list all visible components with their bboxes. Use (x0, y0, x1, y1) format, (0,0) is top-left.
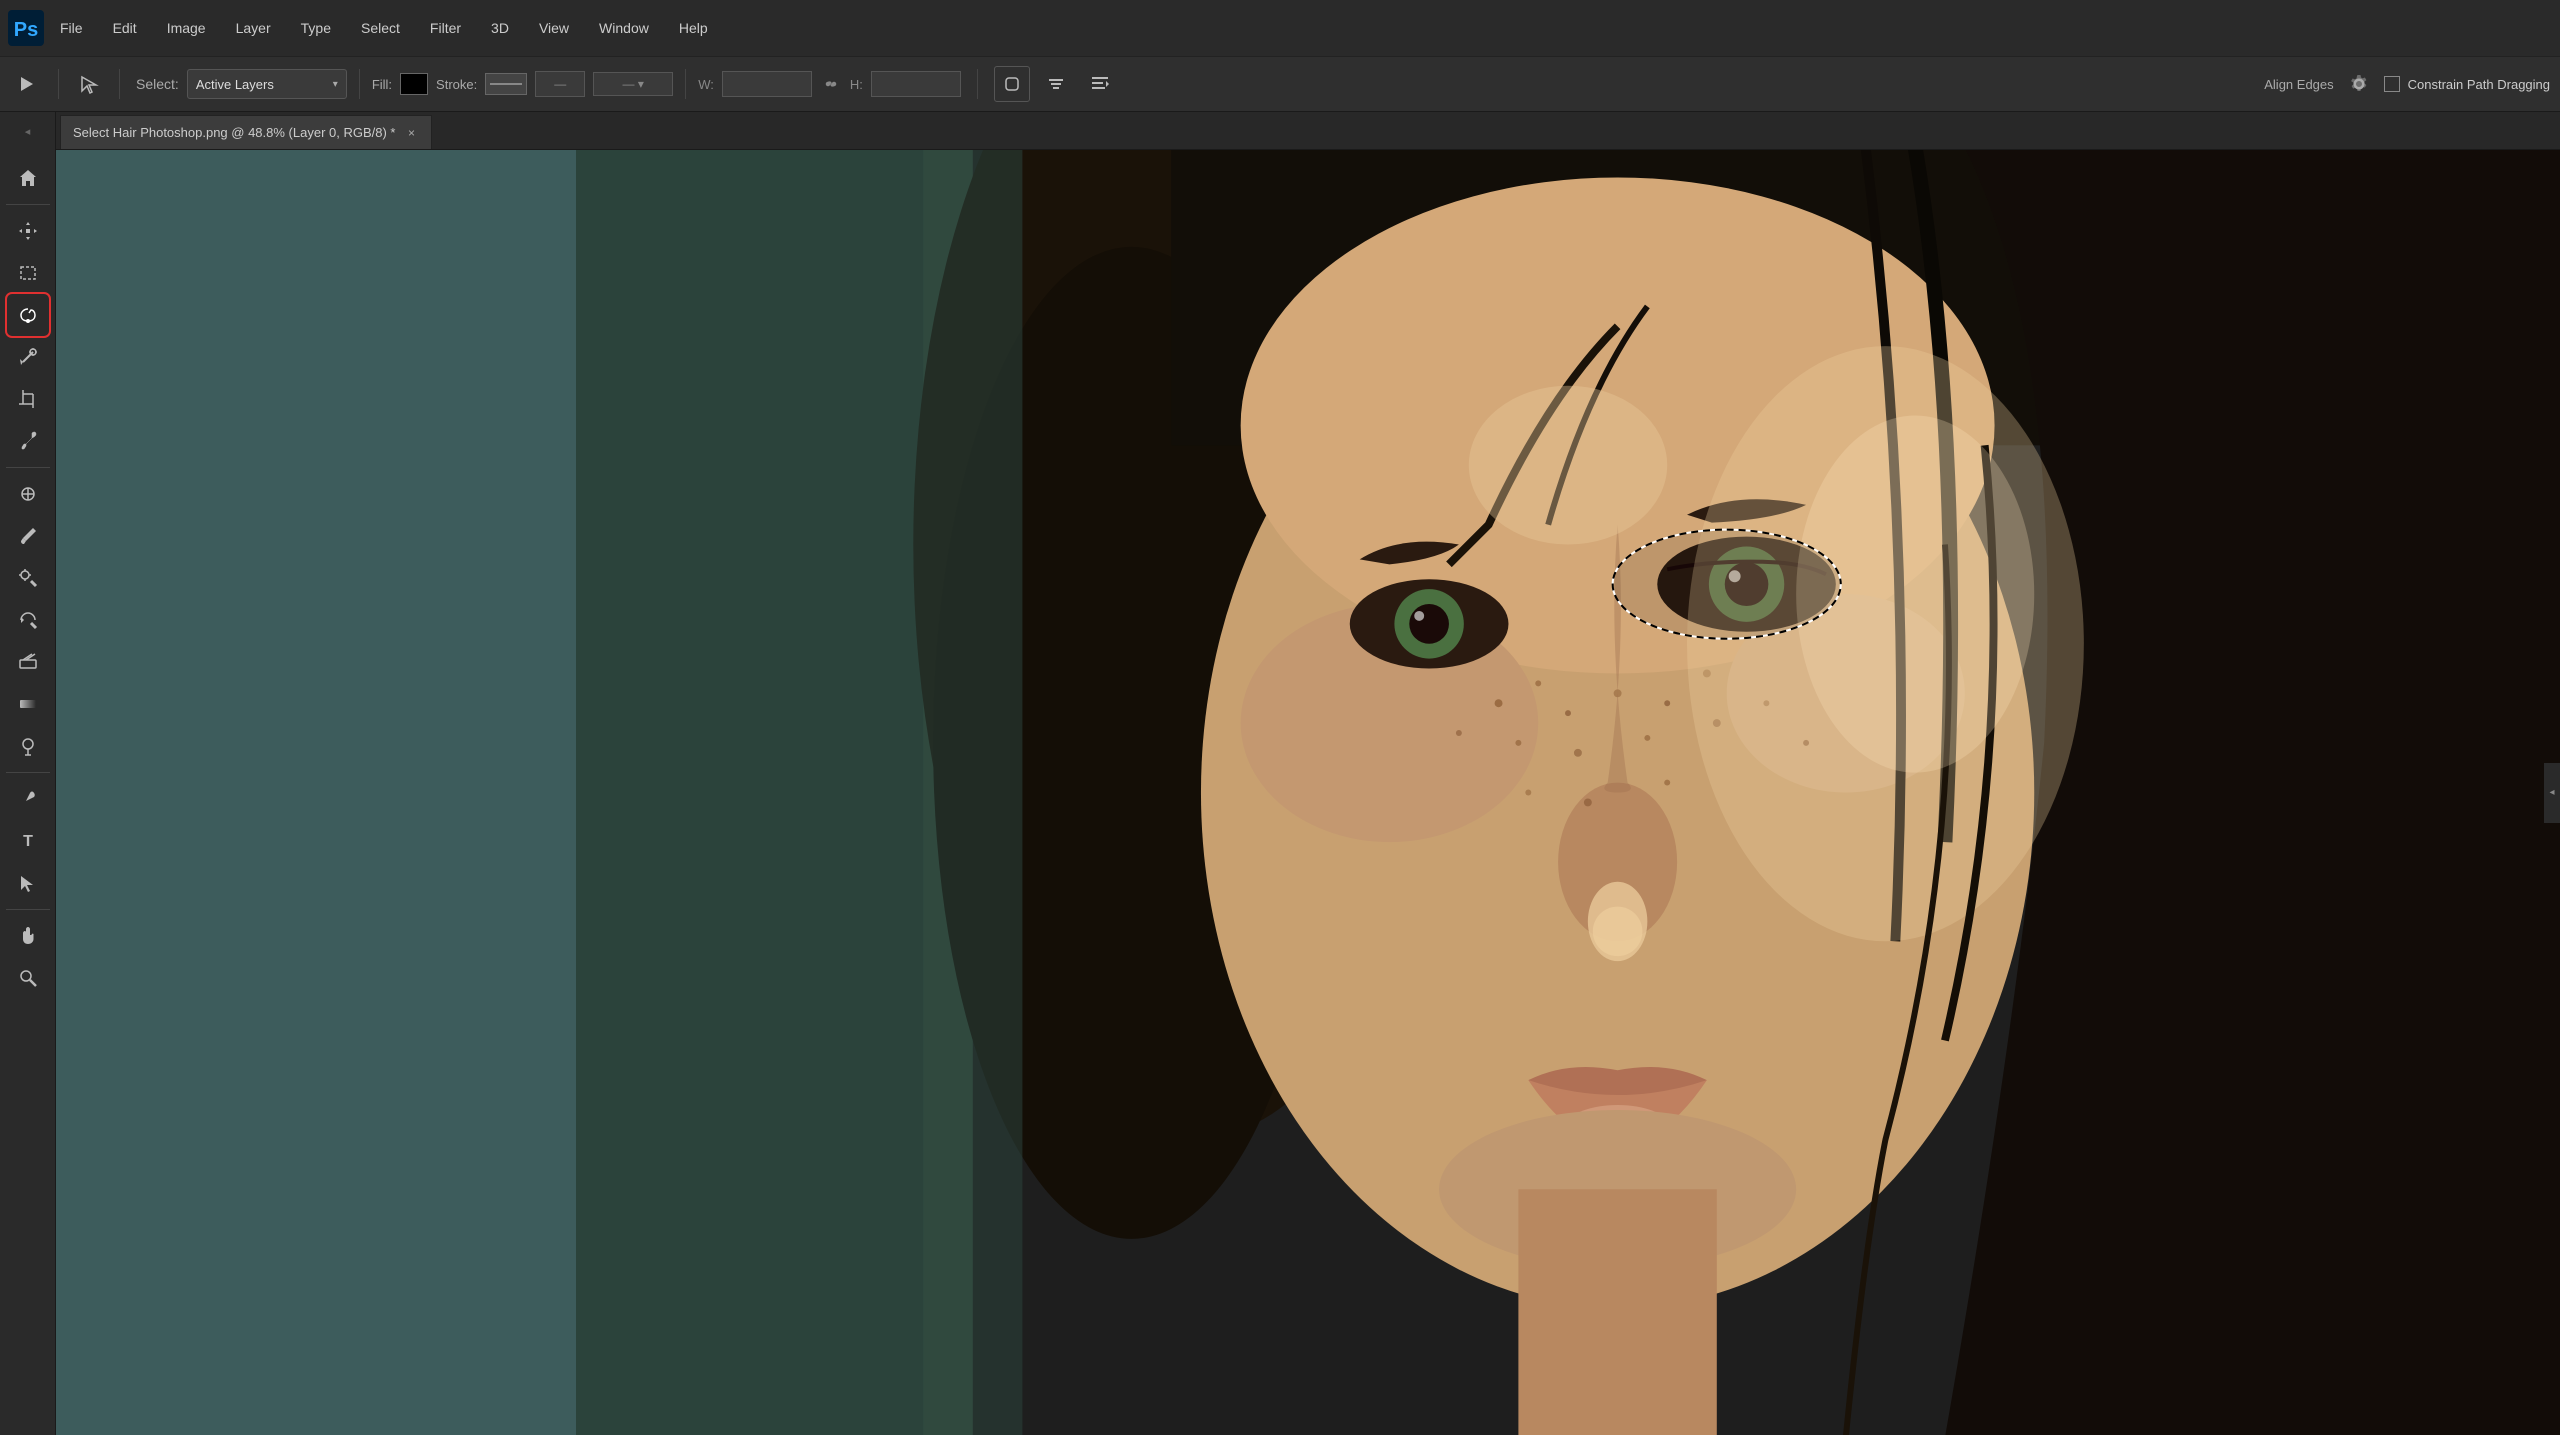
ps-logo: Ps (8, 10, 44, 46)
eyedropper-tool[interactable] (8, 421, 48, 461)
more-options-icon[interactable] (1082, 66, 1118, 102)
selection-tool-icon[interactable] (71, 66, 107, 102)
toolbar-separator-1 (6, 204, 50, 205)
constrain-path-dragging-option[interactable]: Constrain Path Dragging (2384, 76, 2550, 92)
main-area: T (0, 150, 2560, 1435)
pen-tool[interactable] (8, 779, 48, 819)
stroke-swatch[interactable] (485, 73, 527, 95)
tab-filename: Select Hair Photoshop.png @ 48.8% (Layer… (73, 125, 395, 140)
corner-radius-icon[interactable] (994, 66, 1030, 102)
toolbar-separator-3 (6, 772, 50, 773)
menu-type[interactable]: Type (287, 14, 345, 42)
toolbar-separator-4 (6, 909, 50, 910)
menu-3d[interactable]: 3D (477, 14, 523, 42)
marquee-tool[interactable] (8, 253, 48, 293)
canvas-area[interactable]: @keyframes march { to { stroke-dashoffse… (56, 150, 2560, 1435)
eraser-tool[interactable] (8, 642, 48, 682)
menu-view[interactable]: View (525, 14, 583, 42)
align-edges-label: Align Edges (2264, 77, 2333, 92)
constrain-path-dragging-label: Constrain Path Dragging (2408, 77, 2550, 92)
clone-stamp-tool[interactable] (8, 558, 48, 598)
path-selection-tool[interactable] (8, 863, 48, 903)
align-icon[interactable] (1038, 66, 1074, 102)
stroke-style-dropdown[interactable]: — ▾ (593, 72, 673, 96)
history-brush-tool[interactable] (8, 600, 48, 640)
svg-text:Ps: Ps (14, 19, 38, 41)
canvas-left-area (56, 150, 576, 1435)
tab-close-button[interactable]: × (403, 125, 419, 141)
document-tab[interactable]: Select Hair Photoshop.png @ 48.8% (Layer… (60, 115, 432, 149)
crop-tool[interactable] (8, 379, 48, 419)
tool-mode-arrow[interactable] (10, 66, 46, 102)
width-input[interactable] (722, 71, 812, 97)
text-tool[interactable]: T (8, 821, 48, 861)
height-label: H: (850, 77, 863, 92)
select-mode-dropdown[interactable]: Active Layers ▾ (187, 69, 347, 99)
tab-bar-left: ◂ (0, 112, 56, 150)
hand-tool[interactable] (8, 916, 48, 956)
canvas-image: @keyframes march { to { stroke-dashoffse… (576, 150, 2560, 1435)
magic-wand-tool[interactable] (8, 337, 48, 377)
menu-file[interactable]: File (46, 14, 97, 42)
menu-select[interactable]: Select (347, 14, 414, 42)
settings-gear-icon[interactable] (2342, 67, 2376, 101)
height-input[interactable] (871, 71, 961, 97)
select-label: Select: (136, 76, 179, 92)
dodge-tool[interactable] (8, 726, 48, 766)
fill-swatch[interactable] (400, 73, 428, 95)
gradient-tool[interactable] (8, 684, 48, 724)
options-bar: Select: Active Layers ▾ Fill: Stroke: — … (0, 56, 2560, 112)
tab-bar: ◂ Select Hair Photoshop.png @ 48.8% (Lay… (0, 112, 2560, 150)
menu-image[interactable]: Image (153, 14, 220, 42)
stroke-label: Stroke: (436, 77, 477, 92)
menu-layer[interactable]: Layer (222, 14, 285, 42)
healing-brush-tool[interactable] (8, 474, 48, 514)
toolbar-separator-2 (6, 467, 50, 468)
width-label: W: (698, 77, 714, 92)
constrain-path-dragging-checkbox[interactable] (2384, 76, 2400, 92)
move-tool[interactable] (8, 211, 48, 251)
left-toolbar: T (0, 150, 56, 1435)
menu-filter[interactable]: Filter (416, 14, 475, 42)
panels-expand-button[interactable]: ◂ (2544, 763, 2560, 823)
zoom-tool[interactable] (8, 958, 48, 998)
svg-text:T: T (23, 833, 33, 850)
photo-canvas[interactable]: @keyframes march { to { stroke-dashoffse… (576, 150, 2560, 1435)
menu-bar: Ps File Edit Image Layer Type Select Fil… (0, 0, 2560, 56)
stroke-width-input[interactable]: — (535, 71, 585, 97)
link-proportions-icon[interactable] (820, 73, 842, 95)
menu-help[interactable]: Help (665, 14, 722, 42)
menu-window[interactable]: Window (585, 14, 663, 42)
home-tool[interactable] (8, 158, 48, 198)
brush-tool[interactable] (8, 516, 48, 556)
fill-label: Fill: (372, 77, 392, 92)
menu-edit[interactable]: Edit (99, 14, 151, 42)
lasso-tool[interactable] (8, 295, 48, 335)
